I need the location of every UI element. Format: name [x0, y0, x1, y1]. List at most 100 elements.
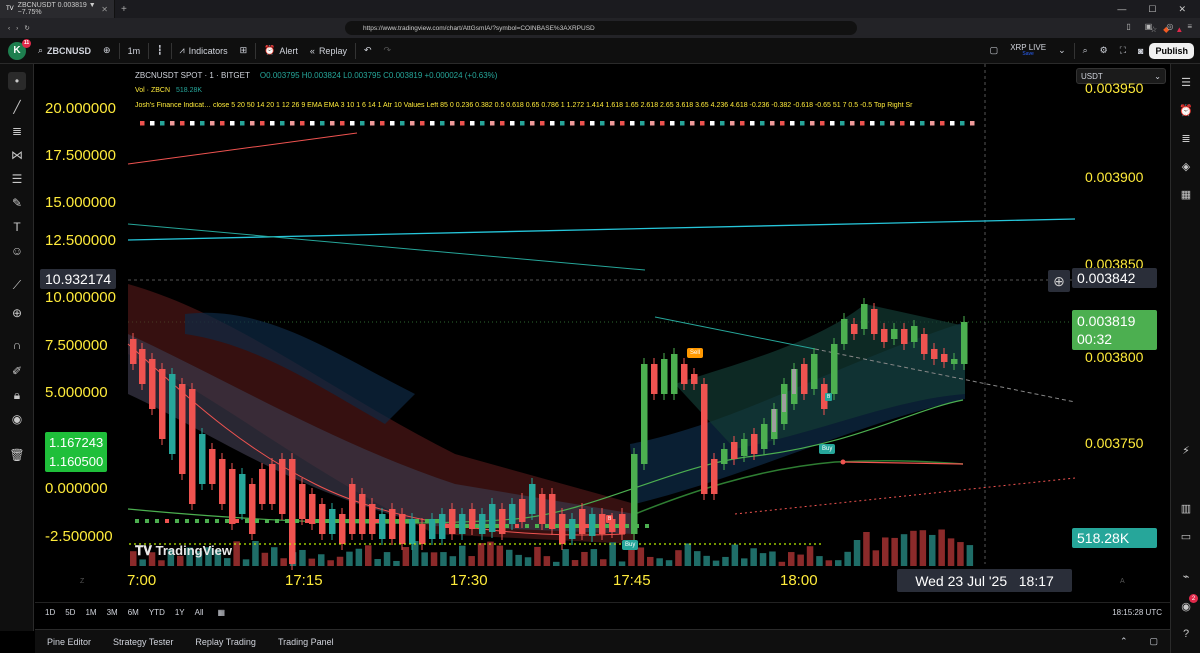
wallet-icon[interactable]: ▣	[1145, 22, 1153, 31]
trash-icon[interactable]: 🗑︎	[8, 446, 26, 464]
reload-icon[interactable]: ↻	[24, 24, 29, 32]
layers-icon[interactable]: ◈	[1178, 158, 1194, 174]
compare-symbol-button[interactable]: ⊕	[97, 38, 117, 64]
minimize-icon[interactable]: —	[1117, 4, 1126, 15]
undo-button[interactable]: ↶	[358, 38, 378, 64]
avatar[interactable]: K 11	[8, 38, 31, 60]
brush-icon[interactable]: ✎	[8, 194, 26, 212]
calendar-events-icon[interactable]: ▥	[1178, 500, 1194, 516]
close-tab-icon[interactable]: ✕	[101, 5, 108, 14]
timeframe-1y[interactable]: 1Y	[175, 608, 185, 617]
chart-pane[interactable]: ZBCNUSDT SPOT · 1 · BITGET O0.003795 H0.…	[35, 64, 1170, 602]
snapshot-button[interactable]: ◙	[1132, 38, 1149, 64]
indicator-square	[510, 121, 515, 126]
templates-button[interactable]: ⊞	[234, 38, 254, 64]
watchlist-icon[interactable]: ☰	[1178, 74, 1194, 90]
collapse-panel-icon[interactable]: ⌃	[1120, 636, 1128, 647]
hotlist-icon[interactable]: ⚡︎	[1178, 442, 1194, 458]
trend-line-icon[interactable]: ╱	[8, 98, 26, 116]
indicator-legend[interactable]: Josh's Finance Indicat… close 5 20 50 14…	[135, 102, 1073, 109]
trailing-dot	[564, 543, 566, 545]
menu-icon[interactable]: ≡	[1187, 22, 1192, 31]
fib-icon[interactable]: ☰	[8, 170, 26, 188]
timeframe-6m[interactable]: 6M	[128, 608, 139, 617]
signal-square	[525, 524, 529, 528]
maximize-panel-icon[interactable]: ▢	[1149, 636, 1158, 647]
new-tab-button[interactable]: +	[115, 4, 133, 15]
tab-trading-panel[interactable]: Trading Panel	[278, 637, 334, 647]
auto-scale-right-icon[interactable]: A	[1120, 578, 1125, 585]
volume-bar	[242, 559, 250, 566]
symbol-search-button[interactable]: ⌕ ZBCNUSD	[32, 38, 97, 64]
emoji-icon[interactable]: ☺	[8, 242, 26, 260]
indicator-square	[850, 121, 855, 126]
candle-body	[721, 449, 728, 464]
timeframe-1m[interactable]: 1M	[85, 608, 96, 617]
help-icon[interactable]: ?	[1178, 626, 1194, 642]
lock-drawing-icon[interactable]: ✐	[8, 362, 26, 380]
redo-button[interactable]: ↷	[378, 38, 398, 64]
add-plus-icon[interactable]: ⊕	[1048, 270, 1070, 292]
ruler-icon[interactable]: ⟋	[8, 276, 26, 294]
zoom-icon[interactable]: ⊕	[8, 304, 26, 322]
trailing-dot	[384, 543, 386, 545]
vpn-icon[interactable]: ◎	[1166, 22, 1173, 31]
horizontal-lines-icon[interactable]: ≣	[8, 122, 26, 140]
interval-button[interactable]: 1m	[122, 38, 147, 64]
timeframe-1d[interactable]: 1D	[45, 608, 55, 617]
back-icon[interactable]: ‹	[8, 25, 10, 32]
tab-replay-trading[interactable]: Replay Trading	[195, 637, 256, 647]
layout-dropdown[interactable]: ⌄	[1052, 38, 1072, 64]
price-chart[interactable]	[35, 64, 1170, 602]
lock-icon[interactable]: 🔒︎	[8, 386, 26, 404]
candle-body	[409, 519, 416, 544]
timeframe-all[interactable]: All	[195, 608, 204, 617]
text-icon[interactable]: T	[8, 218, 26, 236]
signal-square	[135, 519, 139, 523]
volume-bar	[224, 558, 231, 566]
magnet-icon[interactable]: ∩	[8, 336, 26, 354]
publish-button[interactable]: Publish	[1149, 42, 1194, 59]
quick-search-button[interactable]: ⌕	[1077, 38, 1094, 64]
timeframe-5d[interactable]: 5D	[65, 608, 75, 617]
indicator-square	[750, 121, 755, 126]
chat-icon[interactable]: ▭	[1178, 528, 1194, 544]
volume-bar	[374, 559, 381, 566]
sidebar-toggle-icon[interactable]: ▯	[1126, 22, 1130, 31]
candle-body	[449, 509, 456, 534]
chart-type-button[interactable]: ┇	[151, 38, 168, 64]
alerts-icon[interactable]: ⏰	[1178, 102, 1194, 118]
window-close-icon[interactable]: ✕	[1178, 4, 1186, 15]
tab-strategy-tester[interactable]: Strategy Tester	[113, 637, 173, 647]
date-range-icon[interactable]: ▦	[218, 608, 226, 617]
replay-button[interactable]: « Replay	[304, 38, 353, 64]
volume-bar	[647, 556, 654, 566]
notifications-icon[interactable]: ◉ 2	[1178, 594, 1198, 614]
indicators-button[interactable]: ⩘ Indicators	[174, 38, 234, 64]
utc-clock[interactable]: 18:15:28 UTC	[1112, 608, 1162, 617]
url-input[interactable]: https://www.tradingview.com/chart/AttGsm…	[345, 21, 1183, 35]
tab-pine-editor[interactable]: Pine Editor	[47, 637, 91, 647]
trailing-dot	[604, 543, 606, 545]
indicator-square	[580, 121, 585, 126]
alert-button[interactable]: ⏰ Alert	[258, 38, 304, 64]
candle-body	[961, 322, 968, 364]
candle-body	[549, 494, 556, 529]
timeframe-ytd[interactable]: YTD	[149, 608, 165, 617]
layout-toggle-button[interactable]: ▢	[984, 38, 1005, 64]
cursor-icon[interactable]: •	[8, 72, 26, 90]
layout-name-button[interactable]: XRP LIVE Save	[1004, 38, 1052, 64]
auto-scale-left-icon[interactable]: Z	[80, 578, 84, 585]
timeframe-3m[interactable]: 3M	[107, 608, 118, 617]
settings-button[interactable]: ⚙	[1094, 38, 1114, 64]
maximize-icon[interactable]: ☐	[1148, 4, 1156, 15]
fullscreen-button[interactable]: ⛶	[1114, 38, 1132, 64]
notification-badge: 11	[22, 38, 31, 48]
pitchfork-icon[interactable]: ⋈	[8, 146, 26, 164]
browser-tab[interactable]: TV ZBCNUSDT 0.003819 ▼ −7.75% ✕	[0, 0, 115, 18]
forward-icon[interactable]: ›	[16, 25, 18, 32]
eye-icon[interactable]: ◉	[8, 410, 26, 428]
calendar-icon[interactable]: ▦	[1178, 186, 1194, 202]
object-tree-icon[interactable]: ≣	[1178, 130, 1194, 146]
signal-icon[interactable]: ⌁	[1178, 568, 1194, 584]
